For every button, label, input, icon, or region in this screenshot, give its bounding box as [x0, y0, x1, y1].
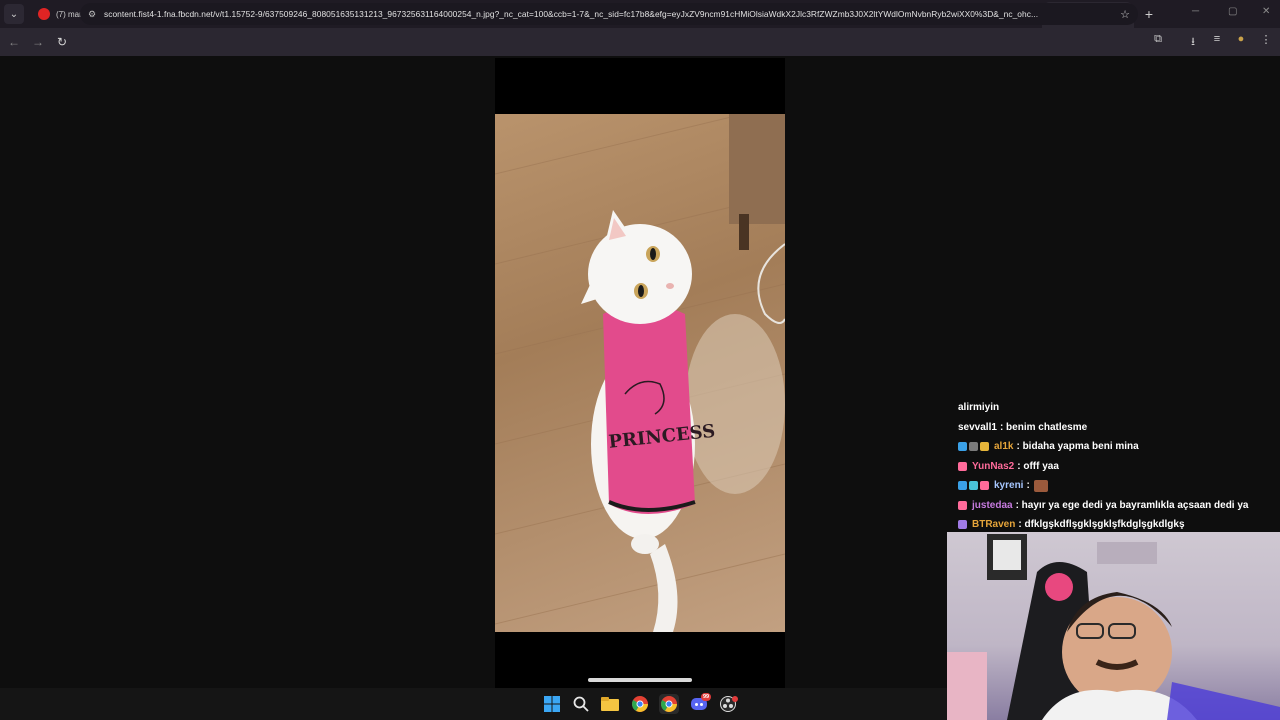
chrome-icon[interactable]	[630, 694, 650, 714]
extensions-icon[interactable]: ⧉	[1150, 33, 1166, 46]
forward-button[interactable]: →	[26, 30, 50, 54]
webcam-drawing	[947, 534, 1280, 720]
obs-recording-dot	[732, 696, 738, 702]
home-indicator-bar	[588, 678, 692, 682]
chat-message: kyreni:	[958, 476, 1258, 496]
chat-text: alirmiyin	[958, 402, 1000, 414]
profile-avatar-icon[interactable]: ●	[1233, 33, 1249, 45]
chat-username[interactable]: kyreni	[994, 480, 1023, 491]
chat-username[interactable]: sevvall1	[958, 422, 997, 433]
discord-notification-badge: 99	[701, 693, 711, 701]
search-icon[interactable]	[571, 694, 591, 714]
download-icon[interactable]: ⭳	[1185, 33, 1201, 52]
minimize-icon[interactable]: ─	[1192, 6, 1199, 17]
bookmark-star-icon[interactable]: ☆	[1120, 8, 1130, 21]
chat-badge-icon	[958, 461, 967, 471]
webcam-overlay	[947, 532, 1280, 720]
url-text[interactable]: scontent.fist4-1.fna.fbcdn.net/v/t1.1575…	[104, 9, 1112, 19]
chat-text: : benim chatlesme	[999, 421, 1088, 433]
address-bar[interactable]: ⚙ scontent.fist4-1.fna.fbcdn.net/v/t1.15…	[80, 3, 1138, 25]
chat-message: justedaa: hayır ya ege dedi ya bayramlık…	[958, 496, 1258, 516]
chat-text: : bidaha yapma beni mina	[1016, 441, 1139, 453]
windows-start-icon[interactable]	[542, 694, 562, 714]
cat-photo: PRINCESS	[495, 114, 785, 632]
stream-chat: alirmiyin sevvall1: benim chatlesme al1k: …	[958, 398, 1258, 535]
chat-badge-icon	[969, 481, 978, 491]
media-controls-icon[interactable]: ≡	[1209, 33, 1225, 45]
new-tab-button[interactable]: +	[1140, 6, 1158, 22]
chat-text: :	[1026, 480, 1030, 492]
chrome-icon[interactable]	[659, 694, 679, 714]
reload-button[interactable]: ↻	[50, 30, 74, 54]
chat-username[interactable]: justedaa	[972, 500, 1013, 511]
chat-message: alirmiyin	[958, 398, 1258, 418]
chat-username[interactable]: YunNas2	[972, 461, 1014, 472]
chat-badge-icon	[958, 442, 967, 452]
chat-text: : hayır ya ege dedi ya bayramlıkla açsaa…	[1015, 499, 1249, 511]
chat-message: sevvall1: benim chatlesme	[958, 418, 1258, 438]
chat-username[interactable]: al1k	[994, 441, 1013, 452]
chat-text: : dfklgşkdflşgklşgklşfkdglşgkdlgkş	[1018, 519, 1185, 531]
chat-text: : offf yaa	[1017, 460, 1059, 472]
chat-badge-icon	[980, 442, 989, 452]
chat-badge-icon	[958, 500, 967, 510]
arrow-left-icon: ←	[8, 35, 20, 49]
taskbar	[0, 688, 947, 720]
browser-toolbar: ← → ↻	[0, 28, 1280, 56]
site-info-icon[interactable]: ⚙	[88, 9, 104, 20]
back-button[interactable]: ←	[2, 30, 26, 54]
arrow-right-icon: →	[32, 35, 44, 49]
chat-badge-icon	[958, 520, 967, 530]
maximize-icon[interactable]: ▢	[1228, 6, 1237, 17]
chat-emote-icon	[1033, 479, 1048, 492]
reload-icon: ↻	[56, 35, 68, 49]
tab-search-button[interactable]: ⌄	[4, 4, 24, 24]
chevron-down-icon: ⌄	[9, 8, 19, 20]
menu-kebab-icon[interactable]: ⋮	[1258, 33, 1274, 46]
file-explorer-icon[interactable]	[600, 694, 620, 714]
chat-message: al1k: bidaha yapma beni mina	[958, 437, 1258, 457]
chat-badge-icon	[958, 481, 967, 491]
chat-username[interactable]: BTRaven	[972, 519, 1015, 530]
chat-badge-icon	[969, 442, 978, 452]
chat-badge-icon	[980, 481, 989, 491]
youtube-icon	[38, 8, 50, 20]
cat-photo-drawing: PRINCESS	[495, 114, 785, 632]
chat-message: YunNas2: offf yaa	[958, 457, 1258, 477]
close-window-icon[interactable]: ✕	[1262, 6, 1270, 17]
